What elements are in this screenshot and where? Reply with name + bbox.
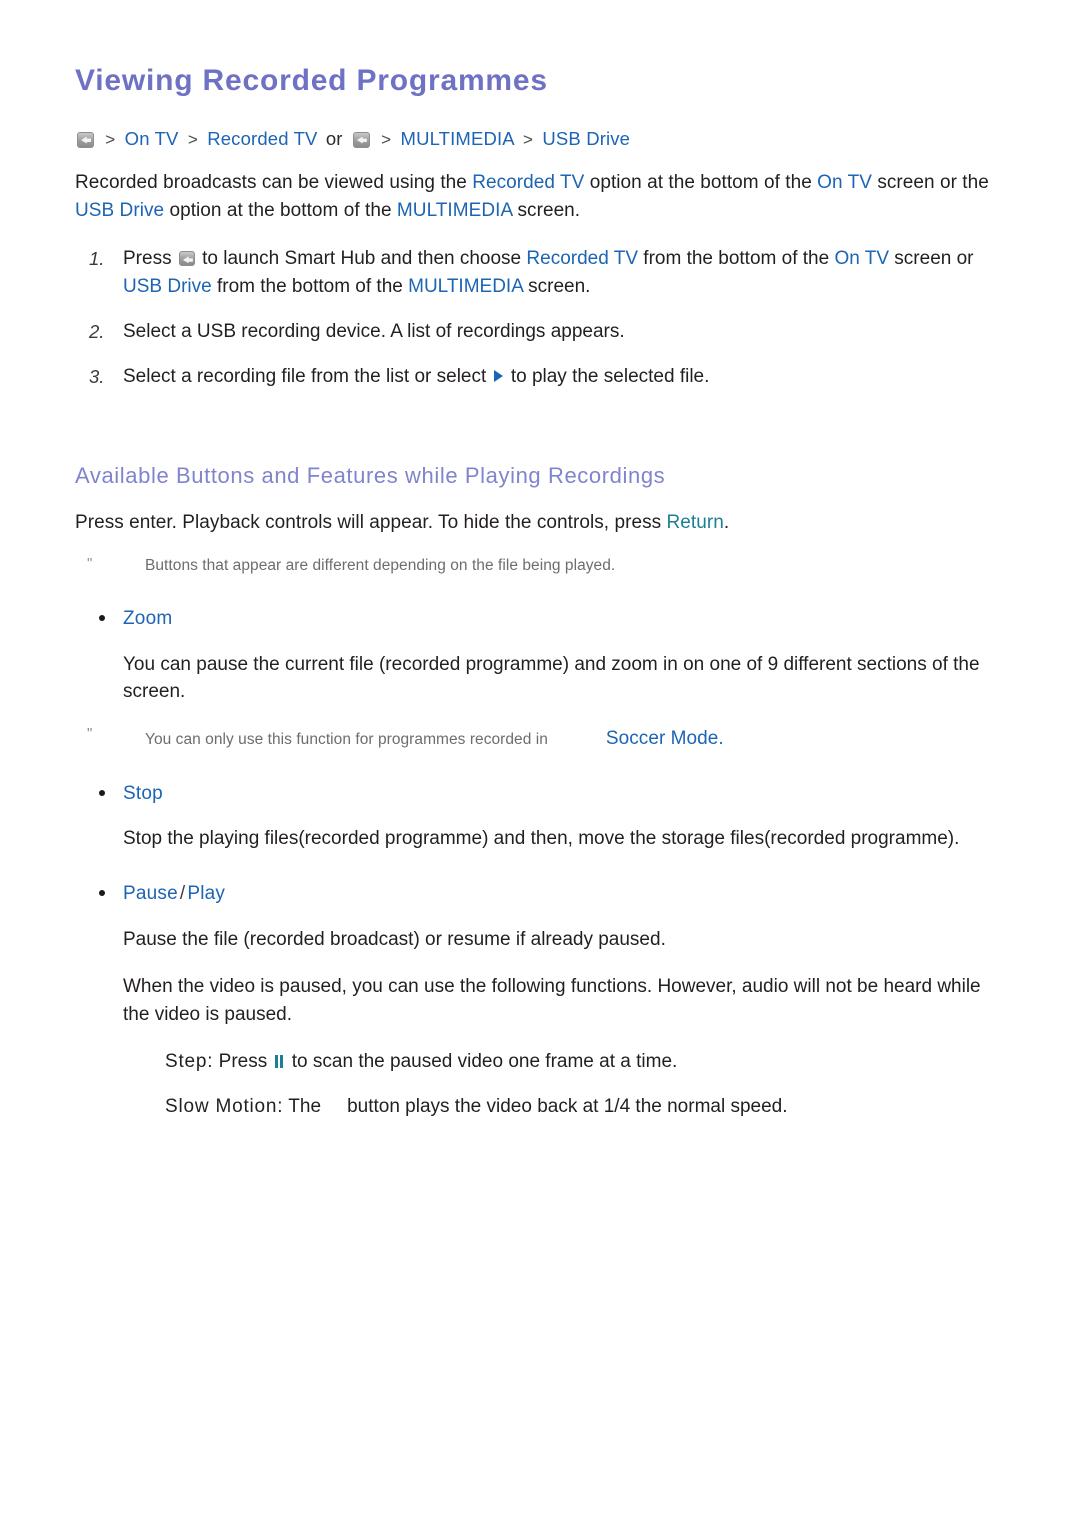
feature-item-stop: Stop xyxy=(75,781,1005,808)
breadcrumb-conjunction: or xyxy=(325,127,343,149)
intro-text-4: option at the bottom of the xyxy=(164,200,397,222)
note-text: Buttons that appear are different depend… xyxy=(145,557,616,575)
step-number: 3. xyxy=(89,366,105,387)
sub-line-term-slow-motion: Slow Motion: xyxy=(165,1095,284,1117)
feature-label-stop: Stop xyxy=(123,782,163,804)
feature-body-pause-play-1: Pause the file (recorded broadcast) or r… xyxy=(123,929,666,950)
intro-text-2: option at the bottom of the xyxy=(584,172,818,194)
section-intro-text-1: Press enter. Playback controls will appe… xyxy=(75,511,667,533)
sub-line-step-text-2: to scan the paused video one frame at a … xyxy=(286,1050,678,1072)
play-icon xyxy=(493,370,503,382)
smart-hub-button-icon xyxy=(352,131,370,148)
sub-line-step: Step: Press to scan the paused video one… xyxy=(75,1048,1005,1076)
feature-item-pause-play: Pause / Play xyxy=(75,881,1005,908)
breadcrumb-separator: > xyxy=(187,129,198,149)
step1-text-5: from the bottom of the xyxy=(211,276,409,298)
section-title: Available Buttons and Features while Pla… xyxy=(75,462,666,488)
feature-body-zoom: You can pause the current file (recorded… xyxy=(123,653,980,703)
step1-link-on-tv: On TV xyxy=(834,248,890,270)
section-intro-paragraph: Press enter. Playback controls will appe… xyxy=(75,509,1005,537)
feature-body-pause-play-2: When the video is paused, you can use th… xyxy=(123,975,981,1025)
page-title: Viewing Recorded Programmes xyxy=(75,64,548,97)
section-note: " Buttons that appear are different depen… xyxy=(75,555,1005,577)
intro-link-recorded-tv: Recorded TV xyxy=(472,172,585,194)
feature-label-pause: Pause xyxy=(123,883,178,905)
step1-text-2: to launch Smart Hub and then choose xyxy=(196,248,527,270)
feature-note-zoom: " You can only use this function for prog… xyxy=(75,725,1005,753)
document-page: Viewing Recorded Programmes > On TV > Re… xyxy=(0,0,1080,1527)
step1-link-recorded-tv: Recorded TV xyxy=(526,248,639,270)
feature-note-zoom-text-1: You can only use this function for progr… xyxy=(145,731,548,749)
bullet-dot-icon xyxy=(99,890,105,897)
step2-text: Select a USB recording device. A list of… xyxy=(123,321,625,343)
feature-label-play: Play xyxy=(187,883,226,905)
intro-paragraph: Recorded broadcasts can be viewed using … xyxy=(75,169,1005,225)
step3-text-2: to play the selected file. xyxy=(505,366,710,387)
intro-link-on-tv: On TV xyxy=(817,172,872,194)
intro-text-5: screen. xyxy=(512,200,581,222)
missing-image-placeholder xyxy=(321,1100,347,1112)
bullet-dot-icon xyxy=(99,789,105,796)
feature-label-pause-play: Pause / Play xyxy=(123,883,225,904)
step-number: 2. xyxy=(89,321,105,343)
breadcrumb-separator: > xyxy=(381,129,392,149)
breadcrumb-item-multimedia[interactable]: MULTIMEDIA xyxy=(401,128,514,149)
intro-link-multimedia: MULTIMEDIA xyxy=(396,200,513,222)
step-item-2: 2. Select a USB recording device. A list … xyxy=(75,318,1005,346)
breadcrumb-item-recorded-tv[interactable]: Recorded TV xyxy=(207,128,317,149)
section-intro-text-2: . xyxy=(723,511,730,533)
missing-image-placeholder xyxy=(548,732,606,744)
breadcrumb-separator: > xyxy=(523,129,534,149)
step-item-3: 3. Select a recording file from the list … xyxy=(75,363,1005,391)
features-list: Zoom You can pause the current file (rec… xyxy=(75,606,1005,1121)
intro-text-3: screen or the xyxy=(871,172,989,194)
step1-text-4: screen or xyxy=(889,248,974,270)
smart-hub-button-icon xyxy=(77,131,94,148)
feature-label-zoom: Zoom xyxy=(123,607,173,629)
note-marker: " xyxy=(87,725,93,743)
section-intro-link-return: Return xyxy=(666,511,724,533)
feature-note-zoom-link-soccer-mode: Soccer Mode xyxy=(605,728,719,750)
label-slash: / xyxy=(179,883,186,905)
step1-text-3: from the bottom of the xyxy=(638,248,835,270)
breadcrumb-separator: > xyxy=(105,129,116,149)
step1-text-1: Press xyxy=(123,248,177,270)
step1-text-6: screen. xyxy=(522,276,591,298)
breadcrumb: > On TV > Recorded TV or > MULTIMEDIA > … xyxy=(75,126,1005,152)
smart-hub-button-icon xyxy=(178,251,195,267)
sub-line-slow-motion: Slow Motion: The button plays the video b… xyxy=(75,1093,1005,1121)
step-item-1: 1. Press to launch Smart Hub and then cho… xyxy=(75,245,1005,301)
feature-note-zoom-text-2: . xyxy=(718,728,724,750)
pause-icon xyxy=(274,1054,283,1068)
steps-list: 1. Press to launch Smart Hub and then cho… xyxy=(75,245,1005,391)
step1-link-multimedia: MULTIMEDIA xyxy=(408,276,523,298)
sub-line-slow-motion-text-1: The xyxy=(283,1095,322,1117)
step-number: 1. xyxy=(89,248,105,270)
breadcrumb-item-on-tv[interactable]: On TV xyxy=(125,128,179,149)
note-marker: " xyxy=(87,555,93,573)
bullet-dot-icon xyxy=(99,614,105,621)
step3-text-1: Select a recording file from the list or… xyxy=(123,366,492,387)
feature-item-zoom: Zoom xyxy=(75,606,1005,633)
sub-line-slow-motion-text-2: button plays the video back at 1/4 the n… xyxy=(347,1095,788,1117)
sub-line-step-text-1: Press xyxy=(213,1050,273,1072)
step1-link-usb-drive: USB Drive xyxy=(123,276,212,298)
intro-link-usb-drive: USB Drive xyxy=(75,200,165,222)
sub-line-term-step: Step: xyxy=(165,1050,214,1072)
intro-text-1: Recorded broadcasts can be viewed using … xyxy=(75,172,473,194)
feature-body-stop: Stop the playing files(recorded programm… xyxy=(123,828,960,850)
breadcrumb-item-usb-drive[interactable]: USB Drive xyxy=(542,128,630,149)
